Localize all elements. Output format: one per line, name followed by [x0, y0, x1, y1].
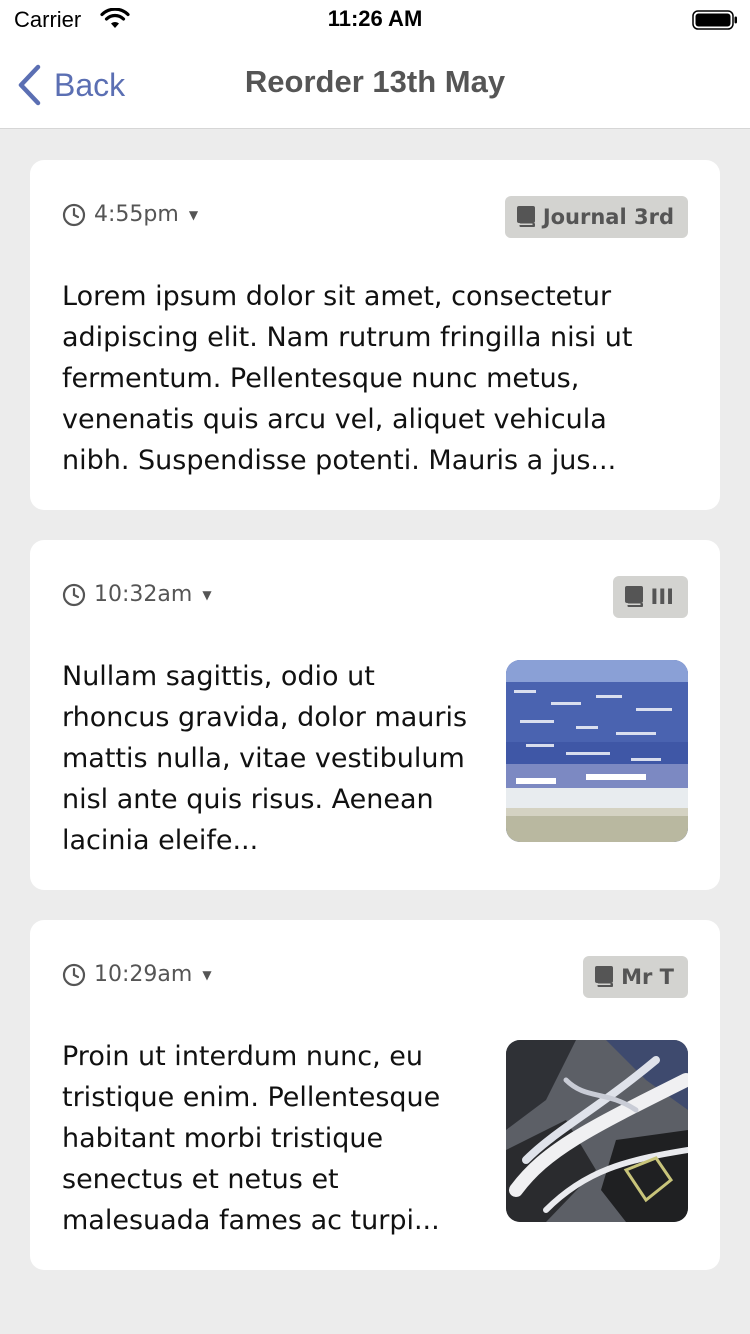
- book-icon: [624, 586, 643, 607]
- entry-card[interactable]: 10:29am ▼ Mr T Proin ut interdum nunc, e…: [30, 920, 720, 1270]
- battery-icon: [692, 10, 737, 30]
- entry-time: 10:32am: [94, 582, 193, 607]
- journal-name: III: [650, 585, 674, 609]
- caret-down-icon: ▼: [202, 967, 212, 982]
- entry-photo-abstract[interactable]: [506, 1040, 688, 1222]
- clock-icon: [62, 963, 86, 986]
- caret-down-icon: ▼: [202, 587, 212, 602]
- entry-time-selector[interactable]: 10:29am ▼: [62, 962, 212, 987]
- journal-badge[interactable]: III: [612, 576, 688, 618]
- status-bar: Carrier 11:26 AM: [0, 0, 750, 40]
- entry-time: 10:29am: [94, 962, 193, 987]
- journal-badge[interactable]: Mr T: [583, 956, 688, 998]
- entry-photo-ocean[interactable]: [506, 660, 688, 842]
- journal-name: Mr T: [621, 965, 674, 989]
- entry-time-selector[interactable]: 4:55pm ▼: [62, 202, 198, 227]
- entry-card[interactable]: 10:32am ▼ III Nullam sagittis, odio ut r…: [30, 540, 720, 890]
- clock-icon: [62, 583, 86, 606]
- page-title: Reorder 13th May: [244, 64, 506, 99]
- entry-text: Nullam sagittis, odio ut rhoncus gravida…: [62, 661, 468, 856]
- book-icon: [595, 966, 614, 987]
- entry-text: Proin ut interdum nunc, eu tristique eni…: [62, 1041, 441, 1236]
- journal-name: Journal 3rd: [542, 205, 674, 229]
- entry-time: 4:55pm: [94, 202, 179, 227]
- entry-card[interactable]: 4:55pm ▼ Journal 3rd Lorem ipsum dolor s…: [30, 160, 720, 510]
- entry-time-selector[interactable]: 10:32am ▼: [62, 582, 212, 607]
- entry-text: Lorem ipsum dolor sit amet, consectetur …: [62, 281, 633, 476]
- caret-down-icon: ▼: [188, 207, 199, 222]
- entry-list: 4:55pm ▼ Journal 3rd Lorem ipsum dolor s…: [30, 160, 720, 1300]
- navigation-bar: Back Reorder 13th May: [0, 40, 750, 129]
- journal-badge[interactable]: Journal 3rd: [504, 196, 688, 238]
- status-time: 11:26 AM: [327, 6, 423, 31]
- book-icon: [516, 206, 535, 227]
- clock-icon: [62, 203, 86, 226]
